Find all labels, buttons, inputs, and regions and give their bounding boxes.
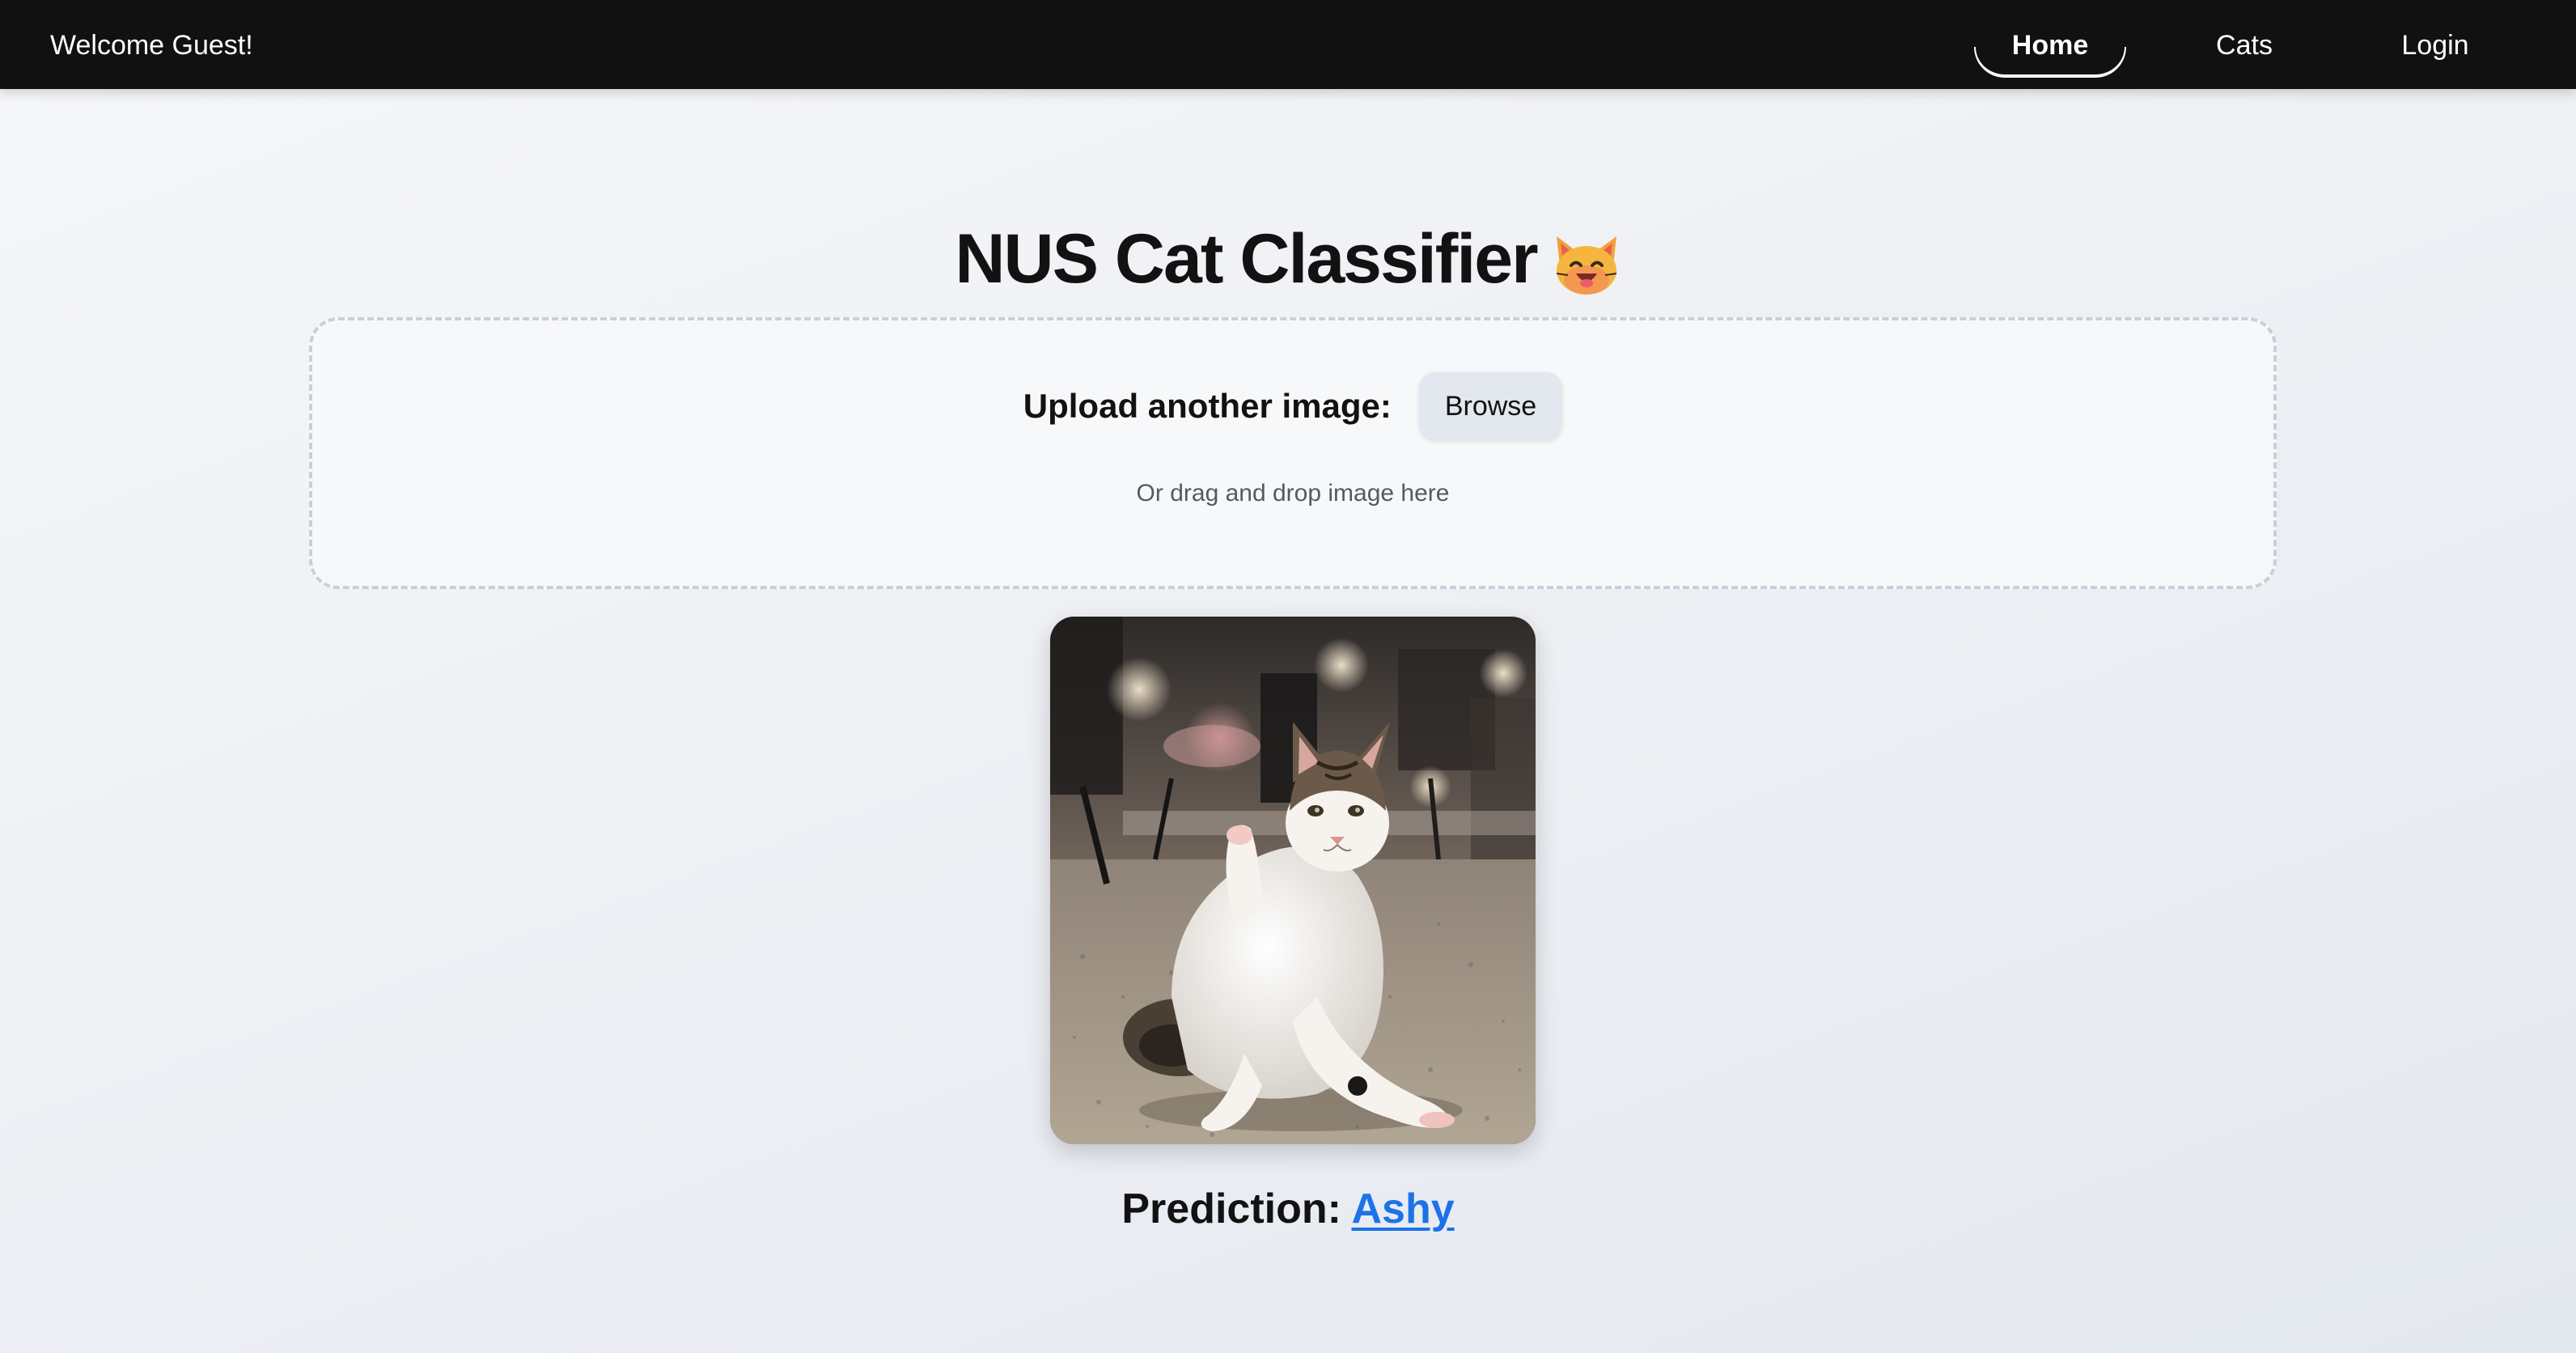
upload-row: Upload another image: Browse (312, 372, 2273, 440)
page-title-text: NUS Cat Classifier (955, 220, 1538, 298)
upload-label: Upload another image: (1023, 387, 1392, 425)
top-navbar: Welcome Guest! Home Cats Login (0, 0, 2576, 89)
grinning-cat-icon (1552, 226, 1621, 295)
image-dropzone[interactable]: Upload another image: Browse Or drag and … (309, 317, 2277, 589)
prediction-label: Prediction: (1121, 1185, 1341, 1232)
nav-link-login[interactable]: Login (2371, 28, 2500, 63)
browse-button[interactable]: Browse (1418, 372, 1563, 440)
nav-link-cats[interactable]: Cats (2184, 28, 2304, 63)
drag-drop-hint: Or drag and drop image here (1136, 480, 1450, 507)
prediction-cat-link[interactable]: Ashy (1351, 1185, 1454, 1232)
prediction-result: Prediction: Ashy (0, 1183, 2576, 1235)
page-title: NUS Cat Classifier (0, 212, 2576, 306)
nav-link-home[interactable]: Home (1974, 28, 2126, 63)
uploaded-cat-photo (1050, 617, 1536, 1144)
welcome-message: Welcome Guest! (50, 30, 253, 61)
